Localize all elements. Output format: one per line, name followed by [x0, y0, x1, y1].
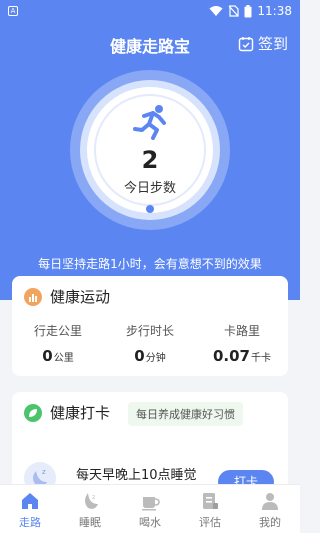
- tab-label: 评估: [199, 516, 221, 529]
- stat-unit: 公里: [53, 353, 74, 364]
- battery-icon: [244, 4, 252, 17]
- stat-unit: 千卡: [251, 353, 271, 364]
- moon-icon: z: [85, 493, 98, 509]
- steps-progress-dot: [146, 205, 154, 213]
- tab-walk[interactable]: 走路: [0, 485, 60, 533]
- bottom-tab-bar: 走路 z 睡眠 喝水 评估 我的: [0, 484, 300, 533]
- assessment-icon: [203, 493, 218, 509]
- stat-label: 卡路里: [223, 324, 260, 338]
- stat-calories: 卡路里 0.07千卡: [196, 322, 288, 365]
- tab-label: 我的: [259, 516, 281, 529]
- sport-card-title: 健康运动: [50, 288, 111, 306]
- clock-time: 11:38: [257, 4, 292, 18]
- sport-card: 健康运动 行走公里 0公里 步行时长 0分钟 卡路里 0.07千卡: [12, 276, 288, 376]
- running-person-icon: [133, 105, 166, 140]
- tab-mine[interactable]: 我的: [240, 485, 300, 533]
- leaf-icon: [24, 403, 42, 422]
- svg-text:z: z: [92, 494, 95, 501]
- stat-distance: 行走公里 0公里: [12, 322, 104, 365]
- tab-water[interactable]: 喝水: [120, 485, 180, 533]
- app-bar: 健康走路宝 签到: [0, 30, 300, 58]
- tab-sleep[interactable]: z 睡眠: [60, 485, 120, 533]
- motto-text: 每日坚持走路1小时，会有意想不到的效果: [38, 257, 262, 271]
- tab-label: 喝水: [139, 516, 161, 529]
- checkin-tag: 每日养成健康好习惯: [128, 402, 243, 426]
- status-bar: A 11:38: [0, 0, 300, 22]
- checkin-card-title: 健康打卡: [50, 404, 111, 422]
- wifi-icon: [209, 6, 223, 16]
- tab-label: 睡眠: [79, 516, 101, 529]
- steps-label: 今日步数: [123, 181, 176, 196]
- checkin-task-text: 每天早晚上10点睡觉: [76, 468, 197, 483]
- stat-label: 行走公里: [33, 324, 82, 338]
- checkin-label: 签到: [257, 35, 288, 53]
- stat-duration: 步行时长 0分钟: [104, 322, 196, 365]
- tab-label: 走路: [19, 516, 41, 529]
- svg-text:z: z: [42, 468, 46, 476]
- stat-label: 步行时长: [125, 324, 174, 338]
- calendar-check-icon: [238, 36, 254, 51]
- checkin-card: 健康打卡 每日养成健康好习惯 z 每天早晚上10点睡觉 打卡: [12, 392, 288, 492]
- profile-icon: [262, 493, 278, 510]
- no-sim-icon: [228, 5, 240, 17]
- stat-value: 0: [134, 347, 145, 365]
- app-notification-icon: A: [8, 6, 18, 16]
- home-icon: [22, 493, 38, 509]
- tab-assess[interactable]: 评估: [180, 485, 240, 533]
- cup-icon: [142, 497, 160, 511]
- steps-count: 2: [141, 146, 159, 174]
- stat-unit: 分钟: [145, 353, 166, 364]
- stat-value: 0: [42, 347, 53, 365]
- checkin-button[interactable]: 签到: [238, 33, 288, 54]
- stat-value: 0.07: [212, 347, 250, 365]
- bar-chart-icon: [24, 287, 42, 306]
